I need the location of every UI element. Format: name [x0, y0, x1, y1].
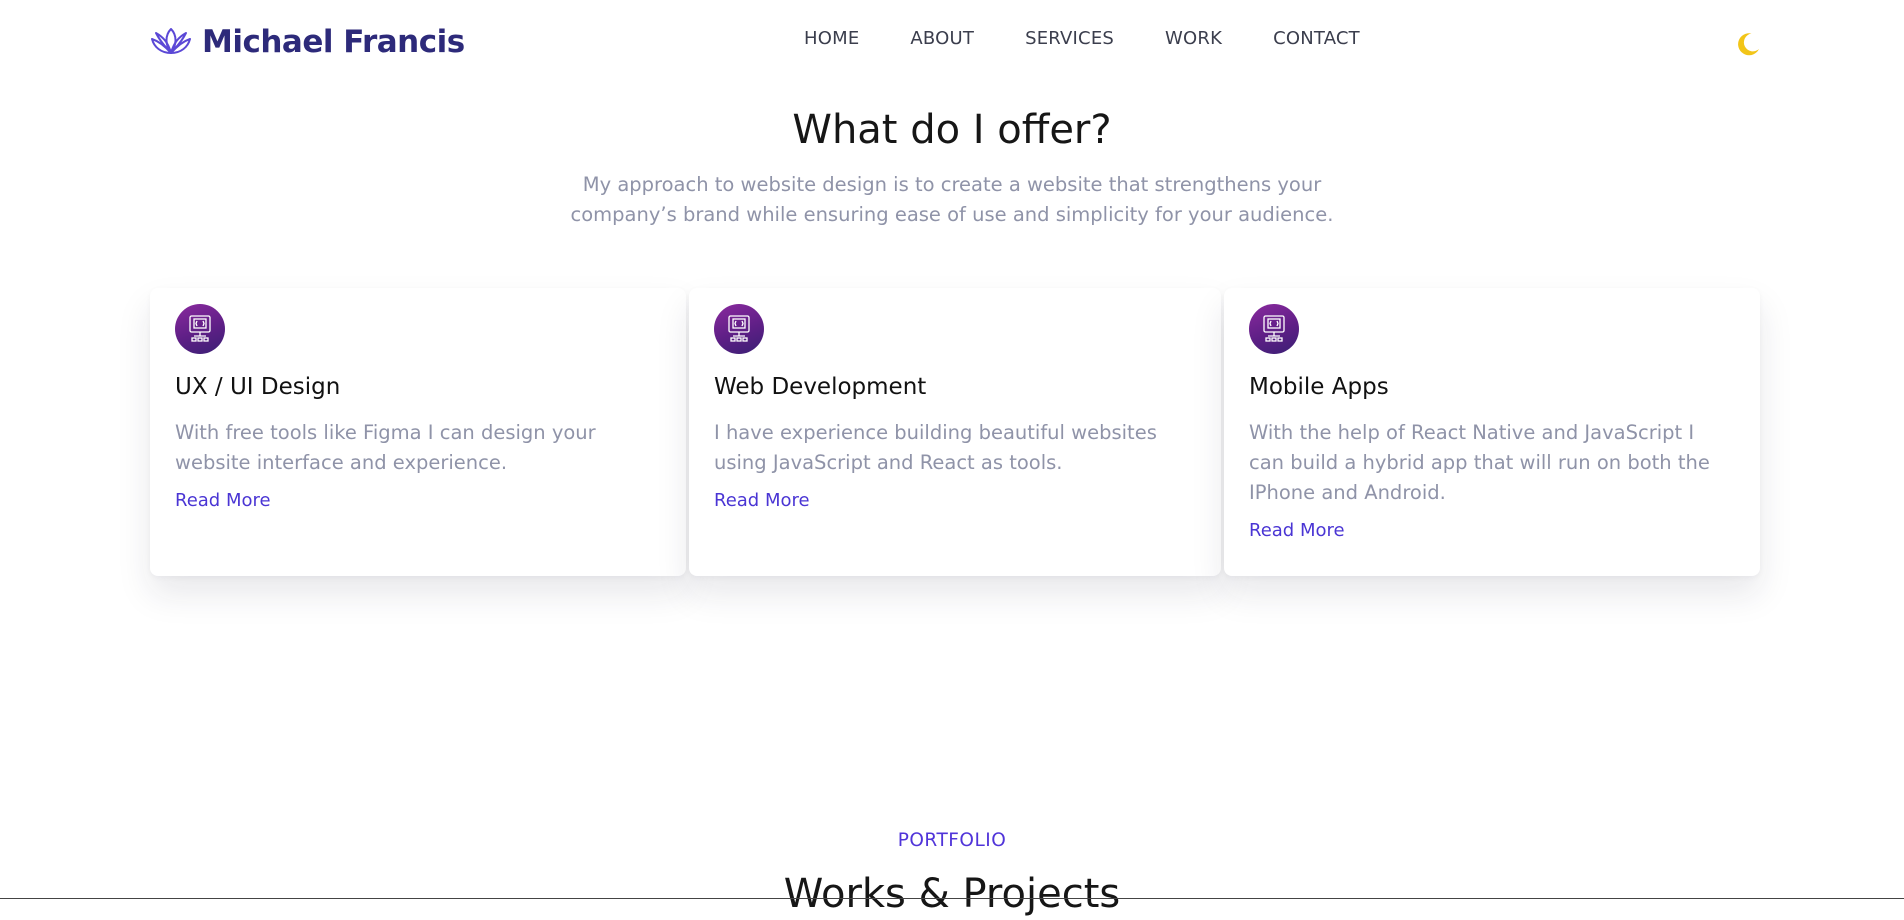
nav-services[interactable]: SERVICES: [1025, 28, 1114, 49]
services-title: What do I offer?: [792, 107, 1112, 153]
monitor-icon: [714, 304, 764, 354]
services-cards: UX / UI Design With free tools like Figm…: [150, 288, 1760, 576]
brand-name: Michael Francis: [202, 24, 465, 60]
monitor-icon: [1249, 304, 1299, 354]
portfolio-eyebrow: PORTFOLIO: [897, 830, 1007, 851]
card-text: With free tools like Figma I can design …: [175, 421, 596, 474]
card-title: UX / UI Design: [175, 374, 341, 400]
portfolio-title: Works & Projects: [783, 871, 1121, 917]
services-section-header: What do I offer? My approach to website …: [0, 104, 1904, 230]
service-card-ux-ui: UX / UI Design With free tools like Figm…: [150, 288, 686, 576]
read-more-link[interactable]: Read More: [714, 490, 810, 511]
brand[interactable]: Michael Francis: [150, 20, 465, 64]
theme-toggle[interactable]: [1734, 30, 1762, 58]
services-description: My approach to website design is to crea…: [570, 173, 1334, 226]
lotus-icon: [150, 27, 192, 57]
card-title: Mobile Apps: [1249, 374, 1389, 400]
card-title: Web Development: [714, 374, 927, 400]
service-card-mobile-apps: Mobile Apps With the help of React Nativ…: [1224, 288, 1760, 576]
service-card-web-development: Web Development I have experience buildi…: [689, 288, 1221, 576]
read-more-link[interactable]: Read More: [175, 490, 271, 511]
card-text: With the help of React Native and JavaSc…: [1249, 421, 1710, 504]
main-nav: HOME ABOUT SERVICES WORK CONTACT: [804, 28, 1360, 49]
nav-contact[interactable]: CONTACT: [1273, 28, 1360, 49]
card-text: I have experience building beautiful web…: [714, 421, 1157, 474]
moon-icon: [1734, 33, 1762, 62]
nav-work[interactable]: WORK: [1165, 28, 1222, 49]
navbar: Michael Francis HOME ABOUT SERVICES WORK…: [0, 0, 1904, 84]
nav-home[interactable]: HOME: [804, 28, 859, 49]
read-more-link[interactable]: Read More: [1249, 520, 1345, 541]
nav-about[interactable]: ABOUT: [910, 28, 974, 49]
monitor-icon: [175, 304, 225, 354]
